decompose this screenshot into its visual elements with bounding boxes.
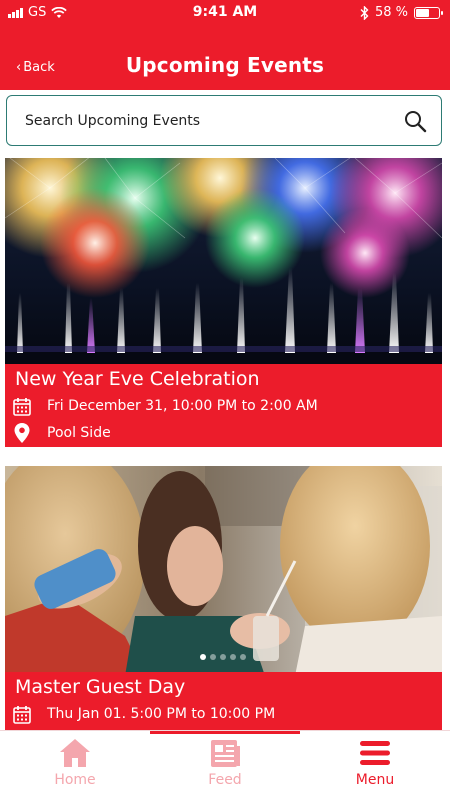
carousel-dot[interactable]: [210, 654, 216, 660]
tab-label: Feed: [208, 772, 242, 788]
battery-percent: 58 %: [374, 5, 408, 20]
event-title: Master Guest Day: [15, 676, 186, 698]
search-input[interactable]: [25, 109, 385, 133]
event-datetime: Fri December 31, 10:00 PM to 2:00 AM: [47, 398, 318, 414]
home-icon: [60, 739, 90, 767]
nav-bar: ‹ Back Upcoming Events: [0, 26, 450, 90]
map-pin-icon: [11, 422, 33, 444]
carousel-dot[interactable]: [230, 654, 236, 660]
event-image-guests: [5, 466, 442, 676]
carousel-dot-active[interactable]: [200, 654, 206, 660]
event-title: New Year Eve Celebration: [15, 368, 260, 390]
search-icon[interactable]: [403, 109, 427, 133]
event-datetime-row: Thu Jan 01. 5:00 PM to 10:00 PM: [11, 703, 275, 725]
status-bar: GS 9:41 AM 58 %: [0, 0, 450, 26]
page-title: Upcoming Events: [125, 53, 325, 77]
tab-bar: Home Feed Menu: [0, 730, 450, 800]
status-right: 58 %: [360, 5, 443, 20]
event-info: Master Guest Day Thu Jan 01. 5:00 PM to …: [5, 672, 442, 730]
battery-icon: [414, 6, 443, 19]
event-card[interactable]: New Year Eve Celebration Fri December 31…: [5, 158, 442, 447]
event-image-fireworks: [5, 158, 442, 368]
search-box[interactable]: [6, 95, 442, 146]
carousel-dot[interactable]: [240, 654, 246, 660]
tab-label: Home: [54, 772, 96, 788]
calendar-icon: [11, 395, 33, 417]
menu-icon: [360, 741, 390, 765]
event-datetime-row: Fri December 31, 10:00 PM to 2:00 AM: [11, 395, 318, 417]
battery-level: [416, 8, 429, 17]
event-card[interactable]: Master Guest Day Thu Jan 01. 5:00 PM to …: [5, 466, 442, 730]
event-datetime: Thu Jan 01. 5:00 PM to 10:00 PM: [47, 706, 276, 722]
bluetooth-icon: [360, 5, 369, 20]
carousel-dot[interactable]: [220, 654, 226, 660]
calendar-icon: [11, 703, 33, 725]
event-location-row: Pool Side: [11, 422, 111, 444]
tab-menu[interactable]: Menu: [300, 731, 450, 800]
tab-home[interactable]: Home: [0, 731, 150, 800]
tab-feed[interactable]: Feed: [150, 731, 300, 800]
feed-icon: [211, 740, 240, 767]
event-info: New Year Eve Celebration Fri December 31…: [5, 364, 442, 447]
event-location: Pool Side: [47, 425, 111, 441]
tab-label: Menu: [355, 772, 395, 788]
